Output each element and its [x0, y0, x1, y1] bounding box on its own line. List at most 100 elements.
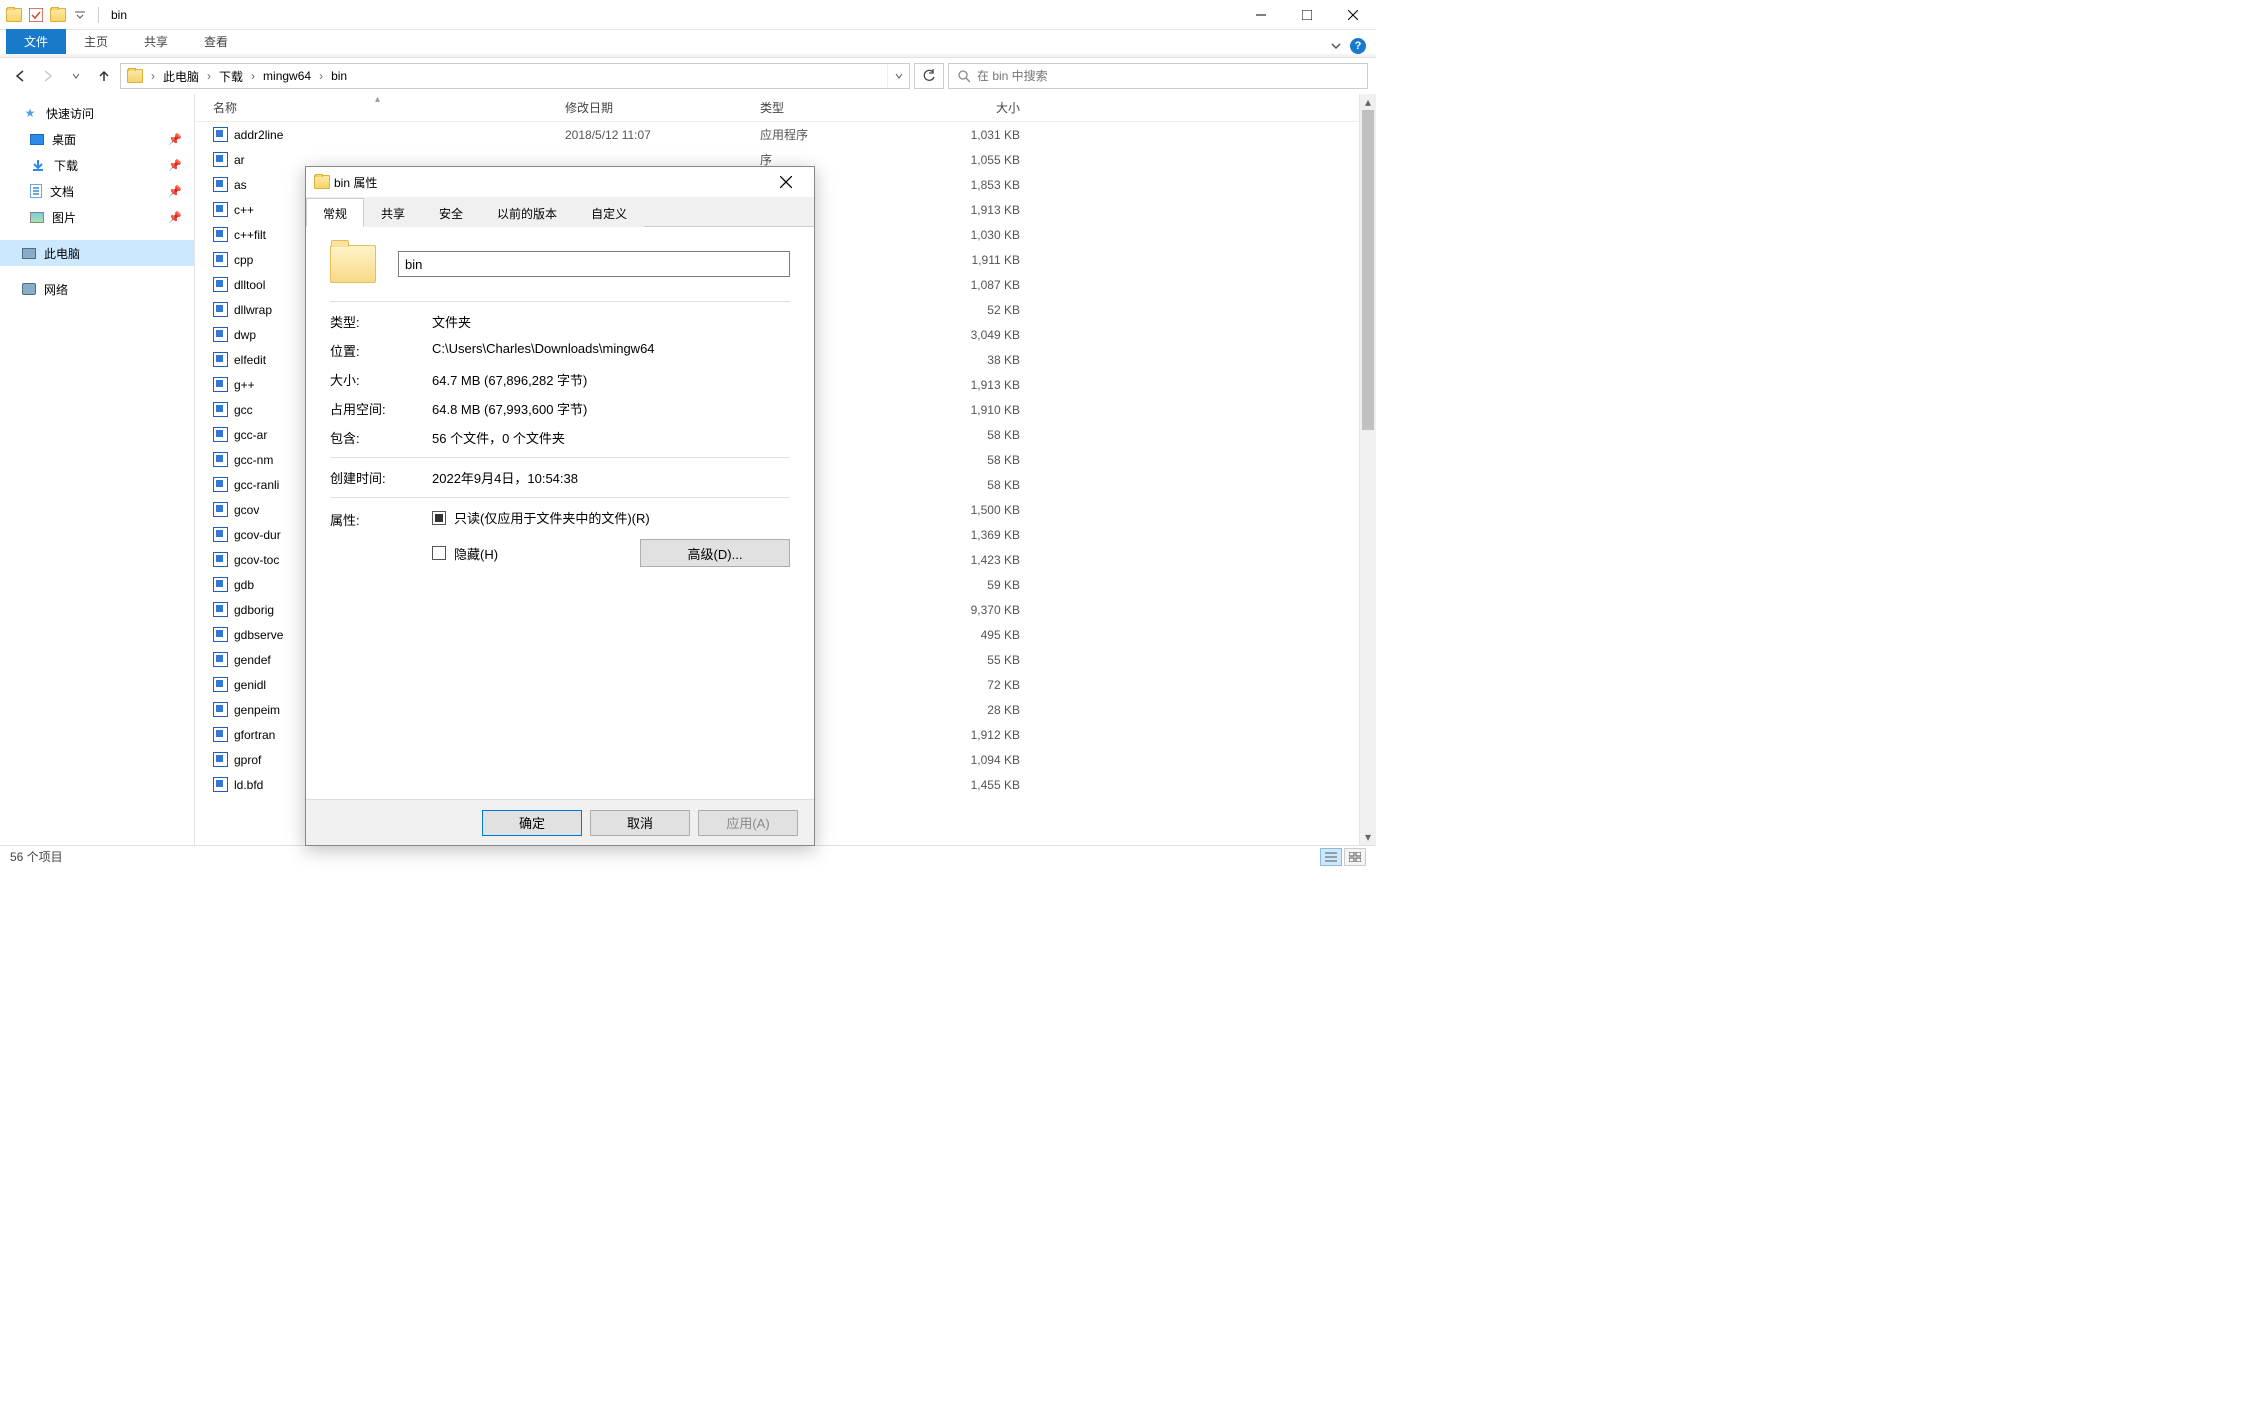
file-size: 28 KB	[920, 703, 1030, 717]
label-location: 位置:	[330, 341, 432, 360]
tab-home[interactable]: 主页	[66, 29, 126, 54]
column-name[interactable]: 名称	[213, 99, 565, 116]
back-button[interactable]	[8, 64, 32, 88]
hidden-checkbox[interactable]	[432, 546, 446, 560]
breadcrumb-thispc[interactable]: 此电脑	[157, 64, 205, 88]
column-headers: ▴ 名称 修改日期 类型 大小	[195, 94, 1376, 122]
file-name: as	[234, 178, 247, 192]
maximize-button[interactable]	[1284, 0, 1330, 30]
sidebar-quick-access[interactable]: ★ 快速访问	[0, 100, 194, 126]
file-size: 1,913 KB	[920, 378, 1030, 392]
tab-file[interactable]: 文件	[6, 29, 66, 54]
tab-custom[interactable]: 自定义	[574, 198, 644, 227]
exe-icon	[213, 352, 228, 367]
refresh-button[interactable]	[914, 63, 944, 89]
nav-row: › 此电脑 › 下载 › mingw64 › bin	[0, 58, 1376, 94]
file-row[interactable]: addr2line2018/5/12 11:07应用程序1,031 KB	[195, 122, 1376, 147]
file-name: gcov	[234, 503, 259, 517]
tab-security[interactable]: 安全	[422, 198, 480, 227]
file-size: 9,370 KB	[920, 603, 1030, 617]
column-date[interactable]: 修改日期	[565, 99, 760, 116]
file-name: gcc-ranli	[234, 478, 279, 492]
view-icons-button[interactable]	[1344, 848, 1366, 866]
tab-view[interactable]: 查看	[186, 29, 246, 54]
scroll-down-icon[interactable]: ▾	[1360, 829, 1376, 845]
dialog-tabs: 常规 共享 安全 以前的版本 自定义	[306, 197, 814, 227]
close-button[interactable]	[1330, 0, 1376, 30]
folder-name-input[interactable]	[398, 251, 790, 277]
sidebar-item-downloads[interactable]: 下载 📌	[0, 152, 194, 178]
file-name: gcov-toc	[234, 553, 279, 567]
file-size: 1,912 KB	[920, 728, 1030, 742]
exe-icon	[213, 677, 228, 692]
file-name: ld.bfd	[234, 778, 263, 792]
value-location: C:\Users\Charles\Downloads\mingw64	[432, 341, 790, 360]
file-size: 1,500 KB	[920, 503, 1030, 517]
file-name: gdborig	[234, 603, 274, 617]
readonly-checkbox[interactable]	[432, 511, 446, 525]
ribbon-toggle-icon[interactable]	[1330, 40, 1342, 52]
breadcrumb-bin[interactable]: bin	[325, 64, 353, 88]
file-size: 495 KB	[920, 628, 1030, 642]
up-button[interactable]	[92, 64, 116, 88]
label-created: 创建时间:	[330, 468, 432, 487]
tab-share[interactable]: 共享	[364, 198, 422, 227]
properties-dialog: bin 属性 常规 共享 安全 以前的版本 自定义 类型:文件夹 位置:C:\U…	[305, 166, 815, 846]
sidebar-thispc[interactable]: 此电脑	[0, 240, 194, 266]
label-attrs: 属性:	[330, 508, 432, 529]
pin-icon: 📌	[168, 133, 182, 146]
column-type[interactable]: 类型	[760, 99, 920, 116]
label-type: 类型:	[330, 312, 432, 331]
app-folder-icon	[6, 8, 22, 22]
file-name: gdb	[234, 578, 254, 592]
readonly-label: 只读(仅应用于文件夹中的文件)(R)	[454, 508, 650, 527]
exe-icon	[213, 752, 228, 767]
label-size: 大小:	[330, 370, 432, 389]
file-size: 58 KB	[920, 453, 1030, 467]
exe-icon	[213, 302, 228, 317]
address-dropdown-icon[interactable]	[887, 64, 909, 88]
exe-icon	[213, 577, 228, 592]
forward-button[interactable]	[36, 64, 60, 88]
scroll-thumb[interactable]	[1362, 110, 1374, 430]
exe-icon	[213, 227, 228, 242]
apply-button[interactable]: 应用(A)	[698, 810, 798, 836]
file-size: 55 KB	[920, 653, 1030, 667]
qat-overflow-icon[interactable]	[70, 5, 90, 25]
dialog-close-button[interactable]	[766, 168, 806, 196]
view-details-button[interactable]	[1320, 848, 1342, 866]
sidebar-item-documents[interactable]: 文档 📌	[0, 178, 194, 204]
cancel-button[interactable]: 取消	[590, 810, 690, 836]
dialog-titlebar[interactable]: bin 属性	[306, 167, 814, 197]
value-size: 64.7 MB (67,896,282 字节)	[432, 370, 790, 389]
file-size: 1,423 KB	[920, 553, 1030, 567]
file-date: 2018/5/12 11:07	[565, 128, 760, 142]
scroll-up-icon[interactable]: ▴	[1360, 94, 1376, 110]
sidebar-item-label: 桌面	[52, 131, 76, 148]
vertical-scrollbar[interactable]: ▴ ▾	[1359, 94, 1376, 845]
sort-indicator-icon: ▴	[375, 94, 380, 105]
minimize-button[interactable]	[1238, 0, 1284, 30]
sidebar-item-pictures[interactable]: 图片 📌	[0, 204, 194, 230]
search-input[interactable]	[977, 69, 1359, 83]
pin-icon: 📌	[168, 211, 182, 224]
sidebar-network[interactable]: 网络	[0, 276, 194, 302]
file-name: gfortran	[234, 728, 275, 742]
value-created: 2022年9月4日，10:54:38	[432, 468, 790, 487]
tab-share[interactable]: 共享	[126, 29, 186, 54]
file-name: addr2line	[234, 128, 283, 142]
qat-check-icon[interactable]	[26, 5, 46, 25]
qat-folder-icon[interactable]	[50, 8, 66, 22]
advanced-button[interactable]: 高级(D)...	[640, 539, 790, 567]
sidebar-item-desktop[interactable]: 桌面 📌	[0, 126, 194, 152]
address-bar[interactable]: › 此电脑 › 下载 › mingw64 › bin	[120, 63, 910, 89]
search-box[interactable]	[948, 63, 1368, 89]
breadcrumb-downloads[interactable]: 下载	[213, 64, 249, 88]
help-icon[interactable]: ?	[1350, 38, 1366, 54]
ok-button[interactable]: 确定	[482, 810, 582, 836]
breadcrumb-mingw64[interactable]: mingw64	[257, 64, 317, 88]
recent-dropdown[interactable]	[64, 64, 88, 88]
tab-general[interactable]: 常规	[306, 198, 364, 227]
tab-previous[interactable]: 以前的版本	[480, 198, 574, 227]
column-size[interactable]: 大小	[920, 99, 1030, 116]
